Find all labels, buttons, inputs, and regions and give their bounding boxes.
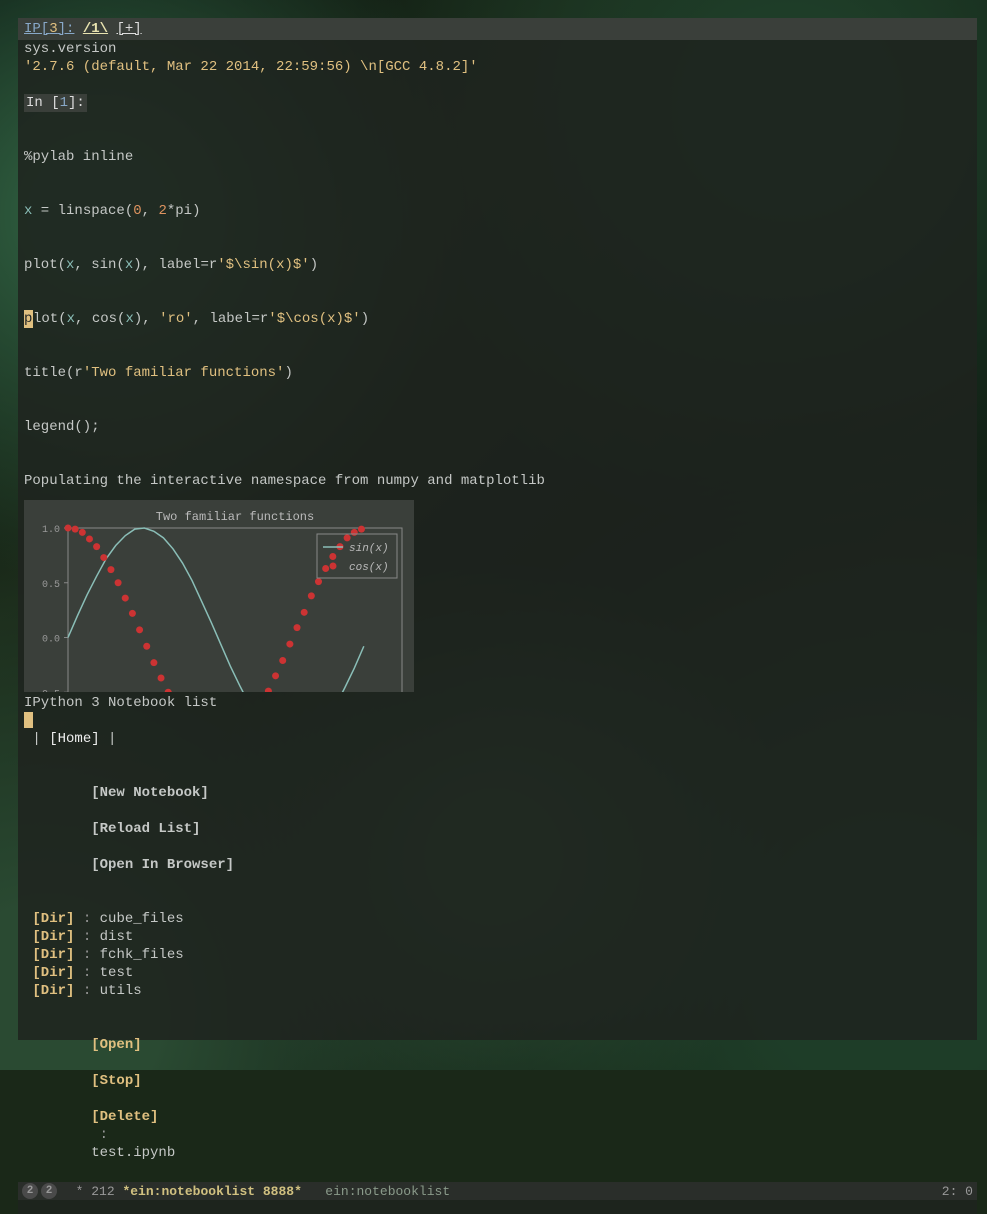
notebook-pane: IP[3]: /1\ [+] sys.version '2.7.6 (defau…	[18, 18, 977, 692]
minibuffer[interactable]	[18, 1200, 977, 1214]
tab-1[interactable]: /1\	[83, 21, 108, 37]
notebook-list[interactable]: IPython 3 Notebook list | [Home] | [New …	[18, 692, 977, 1182]
header-prefix: IP[3]:	[24, 21, 74, 37]
cell-1[interactable]: In [1]: %pylab inline x = linspace(0, 2*…	[18, 94, 977, 692]
notebook-file-row: [Open] [Stop] [Delete] : test.ipynb	[24, 1000, 971, 1180]
reload-list-button[interactable]: [Reload List]	[91, 821, 200, 837]
tab-add-button[interactable]: [+]	[116, 21, 141, 37]
stop-notebook-button[interactable]: [Stop]	[91, 1073, 141, 1089]
badge-window-2: 2	[41, 1183, 57, 1199]
cell-1-code[interactable]: %pylab inline x = linspace(0, 2*pi) plot…	[24, 112, 971, 472]
tab-header-line: IP[3]: /1\ [+]	[18, 18, 977, 40]
dir-link[interactable]: [Dir]	[32, 947, 74, 963]
buffer-name-2: *ein:notebooklist 8888*	[122, 1184, 301, 1199]
major-mode-2: ein:notebooklist	[325, 1184, 450, 1199]
modeline-bottom: 2 2 * 212 *ein:notebooklist 8888* ein:no…	[18, 1182, 977, 1200]
cell-1-stdout: Populating the interactive namespace fro…	[24, 472, 971, 490]
chart-plot: Two familiar functions-1.0-0.50.00.51.00…	[24, 500, 414, 692]
notebook-list-title: IPython 3 Notebook list	[24, 694, 971, 712]
dir-link[interactable]: [Dir]	[32, 983, 74, 999]
dir-row: [Dir] : test	[24, 964, 971, 982]
cursor-nblist	[24, 712, 33, 728]
cursor: p	[24, 310, 33, 328]
cell-0-output[interactable]: sys.version '2.7.6 (default, Mar 22 2014…	[18, 40, 977, 76]
cell-1-prompt: In [1]:	[24, 94, 87, 112]
dir-link[interactable]: [Dir]	[32, 965, 74, 981]
dir-link[interactable]: [Dir]	[32, 911, 74, 927]
dir-row: [Dir] : dist	[24, 928, 971, 946]
svg-text:0.0: 0.0	[42, 635, 60, 646]
emacs-window: IP[3]: /1\ [+] sys.version '2.7.6 (defau…	[18, 18, 977, 1040]
svg-text:cos(x): cos(x)	[349, 562, 389, 574]
dir-row: [Dir] : cube_files	[24, 910, 971, 928]
home-link[interactable]: [Home]	[49, 731, 99, 747]
dir-row: [Dir] : fchk_files	[24, 946, 971, 964]
new-notebook-button[interactable]: [New Notebook]	[91, 785, 209, 801]
svg-text:-0.5: -0.5	[36, 689, 60, 692]
svg-text:Two familiar functions: Two familiar functions	[156, 510, 314, 524]
delete-notebook-button[interactable]: [Delete]	[91, 1109, 158, 1125]
svg-text:0.5: 0.5	[42, 580, 60, 591]
svg-text:sin(x): sin(x)	[349, 543, 389, 555]
dir-row: [Dir] : utils	[24, 982, 971, 1000]
badge-workspace-2: 2	[22, 1183, 38, 1199]
chart-svg: Two familiar functions-1.0-0.50.00.51.00…	[30, 506, 408, 692]
dir-link[interactable]: [Dir]	[32, 929, 74, 945]
open-notebook-button[interactable]: [Open]	[91, 1037, 141, 1053]
svg-text:1.0: 1.0	[42, 525, 60, 536]
notebook-list-pane: IPython 3 Notebook list | [Home] | [New …	[18, 692, 977, 1214]
open-in-browser-button[interactable]: [Open In Browser]	[91, 857, 234, 873]
